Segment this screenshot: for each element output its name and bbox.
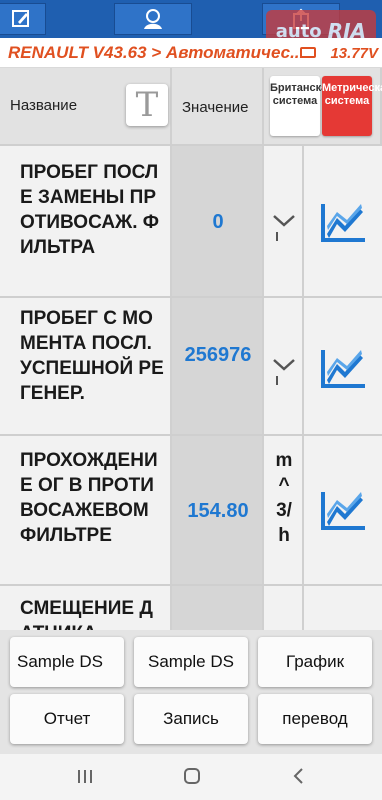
param-value: 154.80 [187,500,249,522]
param-graph-cell[interactable] [304,436,382,586]
translate-button[interactable]: перевод [258,694,372,744]
param-name-cell: ПРОБЕГ С МОМЕНТА ПОСЛ. УСПЕШНОЙ РЕГЕНЕР. [0,298,172,436]
param-name: ПРОБЕГ ПОСЛЕ ЗАМЕНЫ ПРОТИВОСАЖ. ФИЛЬТРА [20,162,159,258]
value-column-header: Значение [172,68,264,146]
param-graph-cell[interactable] [304,146,382,298]
chevron-down-icon [273,215,295,241]
chevron-down-icon [273,359,295,385]
nav-recent-icon[interactable] [76,766,94,786]
param-value-cell: 256976 [172,298,264,436]
name-column-label: Название [10,97,78,114]
param-unit-cell: m^3/h [264,436,304,586]
edit-icon [12,10,29,27]
app-root: auto RIA RENAULT V43.63 > Автоматичес...… [0,0,382,800]
param-name: ПРОХОЖДЕНИЕ ОГ В ПРОТИВОСАЖЕВОМ ФИЛЬТРЕ [20,450,158,546]
report-button[interactable]: Отчет [10,694,124,744]
param-value-cell: 0 [172,146,264,298]
nav-home-icon[interactable] [182,766,202,786]
param-unit-cell[interactable] [264,298,304,436]
page-title: RENAULT V43.63 > Автоматичес... [8,43,305,62]
user-button[interactable] [114,3,192,35]
graph-icon [321,492,365,530]
text-size-button[interactable]: T [126,84,168,126]
param-name-cell: ПРОХОЖДЕНИЕ ОГ В ПРОТИВОСАЖЕВОМ ФИЛЬТРЕ [0,436,172,586]
param-name-cell: ПРОБЕГ ПОСЛЕ ЗАМЕНЫ ПРОТИВОСАЖ. ФИЛЬТРА [0,146,172,298]
param-value-cell: 154.80 [172,436,264,586]
table-row[interactable]: ПРОХОЖДЕНИЕ ОГ В ПРОТИВОСАЖЕВОМ ФИЛЬТРЕ … [0,436,382,586]
sample-ds-button-2[interactable]: Sample DS [134,637,248,687]
title-bar: RENAULT V43.63 > Автоматичес... 13.77V [0,38,382,68]
action-panel: Sample DS Sample DS График Отчет Запись … [0,630,382,754]
graph-icon [321,350,365,388]
table-row[interactable]: ПРОБЕГ С МОМЕНТА ПОСЛ. УСПЕШНОЙ РЕГЕНЕР.… [0,298,382,436]
top-toolbar: auto RIA [0,0,382,52]
param-unit-cell[interactable] [264,146,304,298]
text-size-icon: T [135,85,159,125]
table-row[interactable]: ПРОБЕГ ПОСЛЕ ЗАМЕНЫ ПРОТИВОСАЖ. ФИЛЬТРА … [0,146,382,298]
british-units-button[interactable]: Британская система [270,76,334,136]
value-column-label: Значение [182,99,249,116]
graph-button[interactable]: График [258,637,372,687]
nav-back-icon[interactable] [290,766,308,786]
edit-button[interactable] [0,3,46,35]
sample-ds-button-1[interactable]: Sample DS [10,637,124,687]
param-unit: m^3/h [275,450,293,546]
param-value: 0 [212,211,224,233]
graph-icon [321,204,365,242]
user-icon [144,9,162,29]
metric-units-button[interactable]: Метрическая система [322,76,382,136]
system-nav-bar [0,754,382,800]
param-name: ПРОБЕГ С МОМЕНТА ПОСЛ. УСПЕШНОЙ РЕГЕНЕР. [20,308,164,404]
param-value: 256976 [184,344,252,366]
param-graph-cell[interactable] [304,298,382,436]
battery-icon [300,47,316,58]
voltage-readout: 13.77V [330,45,378,62]
table-header: Название T Значение Британская система М… [0,68,382,146]
record-button[interactable]: Запись [134,694,248,744]
name-column-header: Название T [0,68,172,146]
